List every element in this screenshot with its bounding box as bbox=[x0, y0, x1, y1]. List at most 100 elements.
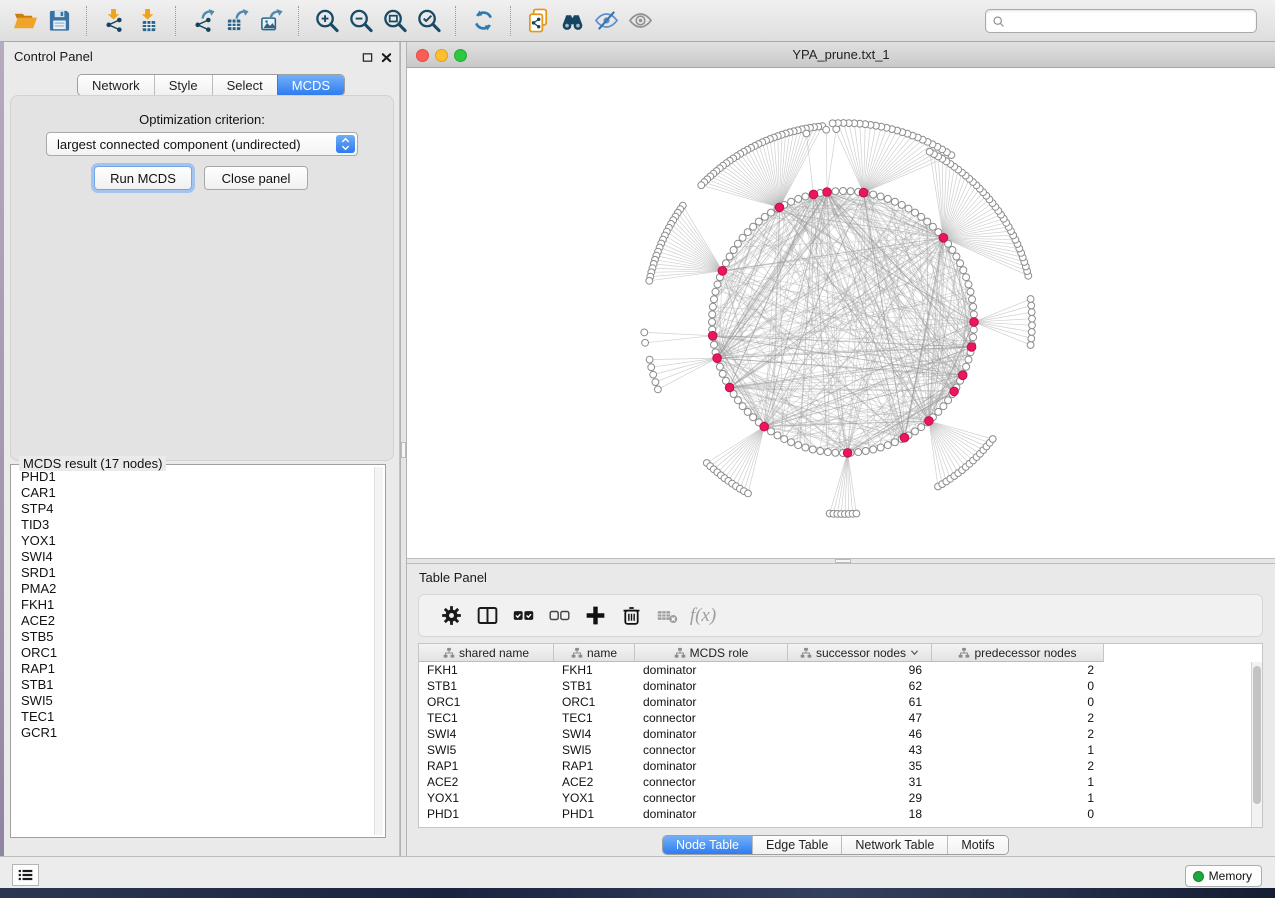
table-cell[interactable]: 31 bbox=[788, 774, 932, 790]
splitter-handle[interactable] bbox=[835, 559, 851, 563]
mcds-result-item[interactable]: STB1 bbox=[13, 677, 373, 693]
mcds-result-item[interactable]: SWI4 bbox=[13, 549, 373, 565]
mcds-result-scrollbar[interactable] bbox=[374, 467, 383, 835]
zoom-selected-button[interactable] bbox=[411, 5, 445, 37]
zoom-in-button[interactable] bbox=[309, 5, 343, 37]
export-network-button[interactable] bbox=[186, 5, 220, 37]
table-cell[interactable]: STB1 bbox=[419, 678, 554, 694]
node-table[interactable]: shared namenameMCDS rolesuccessor nodesp… bbox=[418, 643, 1263, 828]
table-cell[interactable]: ORC1 bbox=[554, 694, 635, 710]
search-network-button[interactable] bbox=[555, 5, 589, 37]
table-cell[interactable]: 18 bbox=[788, 806, 932, 822]
network-graph-canvas[interactable] bbox=[407, 68, 1275, 558]
table-cell[interactable]: SWI4 bbox=[419, 726, 554, 742]
table-cell[interactable]: 2 bbox=[932, 710, 1104, 726]
table-row[interactable]: YOX1YOX1connector291 bbox=[419, 790, 1104, 806]
show-columns-button[interactable] bbox=[469, 599, 505, 633]
table-cell[interactable]: YOX1 bbox=[554, 790, 635, 806]
table-cell[interactable]: SWI5 bbox=[419, 742, 554, 758]
table-row[interactable]: SWI5SWI5connector431 bbox=[419, 742, 1104, 758]
table-cell[interactable]: YOX1 bbox=[419, 790, 554, 806]
table-cell[interactable]: RAP1 bbox=[554, 758, 635, 774]
close-panel-button-mcds[interactable]: Close panel bbox=[204, 166, 308, 190]
table-cell[interactable]: SWI4 bbox=[554, 726, 635, 742]
function-builder-button[interactable]: f(x) bbox=[685, 599, 721, 633]
zoom-out-button[interactable] bbox=[343, 5, 377, 37]
table-cell[interactable]: FKH1 bbox=[419, 662, 554, 678]
mcds-result-item[interactable]: ORC1 bbox=[13, 645, 373, 661]
table-cell[interactable]: dominator bbox=[635, 678, 788, 694]
mcds-result-item[interactable]: TEC1 bbox=[13, 709, 373, 725]
table-cell[interactable]: FKH1 bbox=[554, 662, 635, 678]
table-cell[interactable]: 2 bbox=[932, 758, 1104, 774]
table-row[interactable]: FKH1FKH1dominator962 bbox=[419, 662, 1104, 678]
delete-column-button[interactable] bbox=[613, 599, 649, 633]
import-network-button[interactable] bbox=[97, 5, 131, 37]
table-cell[interactable]: ACE2 bbox=[554, 774, 635, 790]
mcds-result-item[interactable]: STB5 bbox=[13, 629, 373, 645]
table-row[interactable]: SWI4SWI4dominator462 bbox=[419, 726, 1104, 742]
tab-motifs[interactable]: Motifs bbox=[947, 836, 1007, 854]
optimization-criterion-dropdown[interactable]: largest connected component (undirected) bbox=[46, 132, 358, 156]
table-scrollbar[interactable] bbox=[1251, 662, 1262, 827]
mcds-result-item[interactable]: SWI5 bbox=[13, 693, 373, 709]
table-cell[interactable]: 1 bbox=[932, 790, 1104, 806]
table-cell[interactable]: 35 bbox=[788, 758, 932, 774]
table-cell[interactable]: ORC1 bbox=[419, 694, 554, 710]
mcds-result-item[interactable]: PHD1 bbox=[13, 469, 373, 485]
table-cell[interactable]: dominator bbox=[635, 726, 788, 742]
table-cell[interactable]: connector bbox=[635, 742, 788, 758]
mcds-result-item[interactable]: STP4 bbox=[13, 501, 373, 517]
zoom-fit-button[interactable] bbox=[377, 5, 411, 37]
open-file-button[interactable] bbox=[8, 5, 42, 37]
mcds-result-item[interactable]: PMA2 bbox=[13, 581, 373, 597]
tab-mcds[interactable]: MCDS bbox=[277, 75, 344, 95]
table-cell[interactable]: 46 bbox=[788, 726, 932, 742]
tab-edge-table[interactable]: Edge Table bbox=[752, 836, 841, 854]
table-cell[interactable]: 43 bbox=[788, 742, 932, 758]
import-table-button[interactable] bbox=[131, 5, 165, 37]
vertical-splitter[interactable] bbox=[400, 42, 407, 856]
table-cell[interactable]: connector bbox=[635, 774, 788, 790]
mcds-result-item[interactable]: FKH1 bbox=[13, 597, 373, 613]
table-cell[interactable]: 1 bbox=[932, 742, 1104, 758]
table-cell[interactable]: PHD1 bbox=[419, 806, 554, 822]
run-mcds-button[interactable]: Run MCDS bbox=[94, 166, 192, 190]
table-cell[interactable]: dominator bbox=[635, 694, 788, 710]
column-header-predecessor-nodes[interactable]: predecessor nodes bbox=[932, 644, 1104, 662]
export-image-button[interactable] bbox=[254, 5, 288, 37]
table-cell[interactable]: 2 bbox=[932, 726, 1104, 742]
table-cell[interactable]: dominator bbox=[635, 758, 788, 774]
table-cell[interactable]: dominator bbox=[635, 662, 788, 678]
tab-select[interactable]: Select bbox=[212, 75, 277, 95]
memory-button[interactable]: Memory bbox=[1185, 865, 1262, 887]
table-cell[interactable]: 2 bbox=[932, 662, 1104, 678]
network-window-titlebar[interactable]: YPA_prune.txt_1 bbox=[407, 42, 1275, 68]
table-cell[interactable]: TEC1 bbox=[419, 710, 554, 726]
table-cell[interactable]: ACE2 bbox=[419, 774, 554, 790]
save-session-button[interactable] bbox=[42, 5, 76, 37]
table-cell[interactable]: 0 bbox=[932, 806, 1104, 822]
mcds-result-list[interactable]: PHD1CAR1STP4TID3YOX1SWI4SRD1PMA2FKH1ACE2… bbox=[13, 469, 373, 835]
tab-network-table[interactable]: Network Table bbox=[841, 836, 947, 854]
scrollbar-thumb[interactable] bbox=[1253, 666, 1261, 804]
tab-network[interactable]: Network bbox=[78, 75, 154, 95]
close-panel-button[interactable] bbox=[378, 49, 394, 65]
table-row[interactable]: ORC1ORC1dominator610 bbox=[419, 694, 1104, 710]
mcds-result-item[interactable]: ACE2 bbox=[13, 613, 373, 629]
refresh-layout-button[interactable] bbox=[466, 5, 500, 37]
column-header-MCDS-role[interactable]: MCDS role bbox=[635, 644, 788, 662]
table-cell[interactable]: STB1 bbox=[554, 678, 635, 694]
select-all-rows-button[interactable] bbox=[505, 599, 541, 633]
search-field[interactable] bbox=[985, 9, 1257, 33]
table-cell[interactable]: 0 bbox=[932, 694, 1104, 710]
table-cell[interactable]: 96 bbox=[788, 662, 932, 678]
table-cell[interactable]: connector bbox=[635, 790, 788, 806]
table-cell[interactable]: 29 bbox=[788, 790, 932, 806]
table-row[interactable]: TEC1TEC1connector472 bbox=[419, 710, 1104, 726]
deselect-all-rows-button[interactable] bbox=[541, 599, 577, 633]
export-table-button[interactable] bbox=[220, 5, 254, 37]
hide-details-button[interactable] bbox=[589, 5, 623, 37]
column-header-shared-name[interactable]: shared name bbox=[419, 644, 554, 662]
table-cell[interactable]: dominator bbox=[635, 806, 788, 822]
